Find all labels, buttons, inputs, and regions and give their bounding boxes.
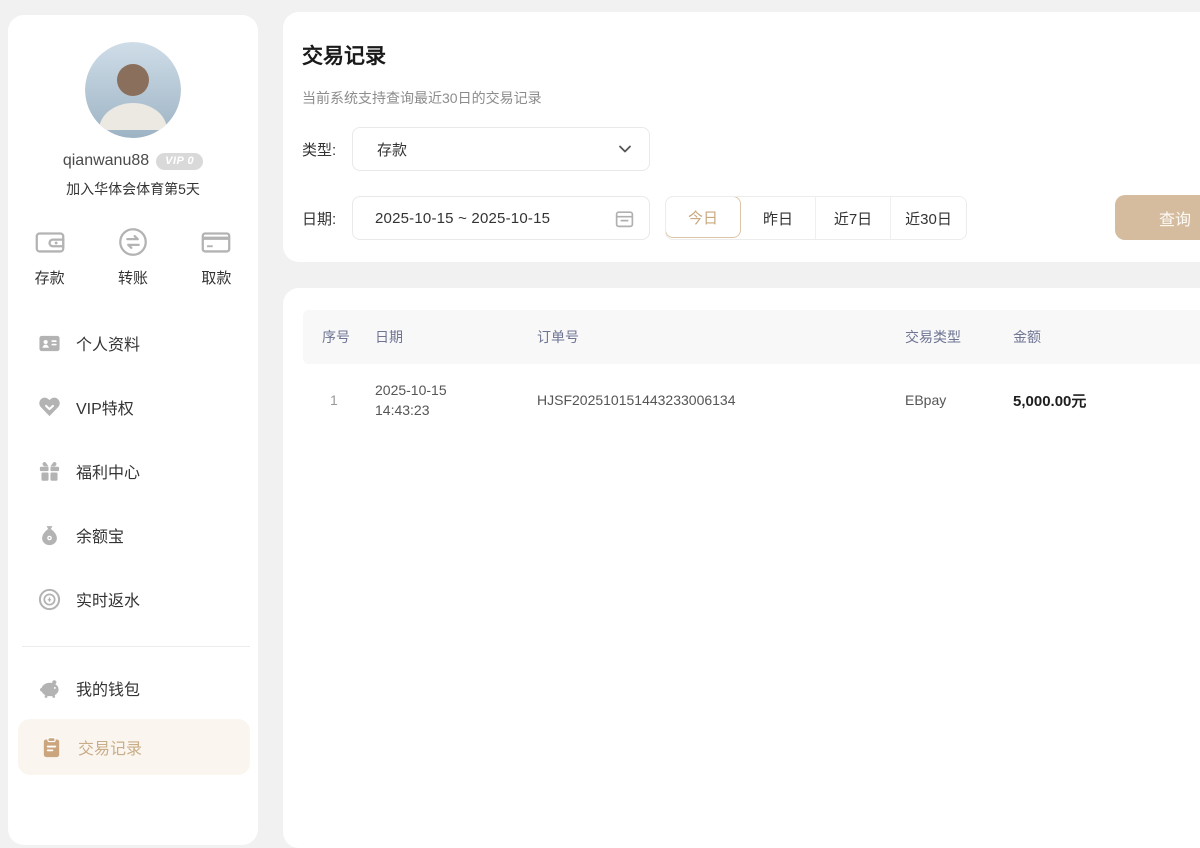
- row-datetime: 2025-10-15 14:43:23: [375, 380, 537, 420]
- quick-action-label: 转账: [118, 267, 148, 288]
- sidebar-item-yuebao[interactable]: 余额宝: [16, 518, 250, 552]
- clipboard-icon: [40, 736, 63, 759]
- sidebar-item-label: 个人资料: [76, 331, 140, 355]
- col-header-order: 订单号: [537, 327, 905, 347]
- sidebar-item-rebate[interactable]: 实时返水: [16, 582, 250, 616]
- type-filter-row: 类型: 存款: [302, 127, 650, 171]
- range-30days-button[interactable]: 近30日: [891, 197, 966, 239]
- calendar-icon: [614, 208, 635, 229]
- date-range-input[interactable]: 2025-10-15 ~ 2025-10-15: [352, 196, 650, 240]
- col-header-index: 序号: [322, 327, 375, 347]
- chevron-down-icon: [617, 141, 633, 157]
- sidebar-item-benefits[interactable]: 福利中心: [16, 454, 250, 488]
- piggy-bank-icon: [38, 677, 61, 700]
- page-subtitle: 当前系统支持查询最近30日的交易记录: [302, 88, 1200, 108]
- transaction-type-select[interactable]: 存款: [352, 127, 650, 171]
- table-header-row: 序号 日期 订单号 交易类型 金额: [303, 310, 1200, 364]
- sidebar-item-profile[interactable]: 个人资料: [16, 326, 250, 360]
- row-date: 2025-10-15: [375, 380, 537, 400]
- account-page: qianwanu88 VIP 0 加入华体会体育第5天 存款: [0, 0, 1200, 814]
- join-days-text: 加入华体会体育第5天: [8, 179, 258, 199]
- table-row: 1 2025-10-15 14:43:23 HJSF20251015144323…: [303, 364, 1200, 436]
- wallet-icon: [33, 225, 67, 259]
- vip-badge: VIP 0: [156, 153, 203, 170]
- quick-actions: 存款 转账 取款: [8, 225, 258, 288]
- quick-action-transfer[interactable]: 转账: [91, 225, 174, 288]
- col-header-amount: 金额: [1013, 327, 1200, 347]
- quick-action-withdraw[interactable]: 取款: [175, 225, 258, 288]
- vip-gem-icon: [38, 396, 61, 419]
- row-index: 1: [322, 392, 375, 408]
- selected-type: 存款: [377, 139, 617, 160]
- col-header-type: 交易类型: [905, 327, 1013, 347]
- id-card-icon: [38, 332, 61, 355]
- sidebar-item-vip[interactable]: VIP特权: [16, 390, 250, 424]
- sidebar-item-wallet[interactable]: 我的钱包: [16, 671, 250, 705]
- quick-range-group: 今日 昨日 近7日 近30日: [665, 196, 967, 240]
- row-order-number: HJSF202510151443233006134: [537, 392, 905, 408]
- sidebar-divider: [22, 646, 250, 647]
- range-yesterday-button[interactable]: 昨日: [741, 197, 816, 239]
- coin-icon: [38, 588, 61, 611]
- row-time: 14:43:23: [375, 400, 537, 420]
- date-range-value: 2025-10-15 ~ 2025-10-15: [375, 210, 614, 227]
- avatar-image: [85, 42, 181, 138]
- sidebar-menu-bottom: 我的钱包 交易记录: [8, 671, 258, 775]
- sidebar-item-label: 我的钱包: [76, 676, 140, 700]
- gift-icon: [38, 460, 61, 483]
- type-label: 类型:: [302, 139, 352, 160]
- sidebar-item-label: VIP特权: [76, 395, 134, 419]
- page-title: 交易记录: [302, 40, 1200, 70]
- username: qianwanu88: [63, 152, 149, 170]
- sidebar: qianwanu88 VIP 0 加入华体会体育第5天 存款: [8, 15, 258, 845]
- sidebar-item-label: 交易记录: [78, 735, 142, 759]
- range-today-button[interactable]: 今日: [665, 196, 741, 238]
- range-7days-button[interactable]: 近7日: [816, 197, 891, 239]
- sidebar-item-transactions[interactable]: 交易记录: [18, 719, 250, 775]
- date-filter-row: 日期: 2025-10-15 ~ 2025-10-15 今日 昨日 近7日 近3…: [302, 196, 967, 240]
- sidebar-menu: 个人资料 VIP特权: [8, 326, 258, 616]
- search-button[interactable]: 查询: [1115, 195, 1200, 240]
- sidebar-item-label: 余额宝: [76, 523, 124, 547]
- quick-action-label: 取款: [201, 267, 231, 288]
- date-label: 日期:: [302, 208, 352, 229]
- col-header-date: 日期: [375, 327, 537, 347]
- transactions-panel: 序号 日期 订单号 交易类型 金额 1 2025-10-15 14:43:23 …: [283, 288, 1200, 848]
- money-bag-icon: [38, 524, 61, 547]
- sidebar-item-label: 实时返水: [76, 587, 140, 611]
- row-amount: 5,000.00元: [1013, 390, 1200, 411]
- quick-action-deposit[interactable]: 存款: [8, 225, 91, 288]
- avatar: [85, 42, 181, 138]
- sidebar-item-label: 福利中心: [76, 459, 140, 483]
- bank-card-icon: [199, 225, 233, 259]
- row-transaction-type: EBpay: [905, 392, 1013, 408]
- filter-panel: 交易记录 当前系统支持查询最近30日的交易记录 类型: 存款 日期: 2025-…: [283, 12, 1200, 262]
- quick-action-label: 存款: [35, 267, 65, 288]
- transfer-icon: [116, 225, 150, 259]
